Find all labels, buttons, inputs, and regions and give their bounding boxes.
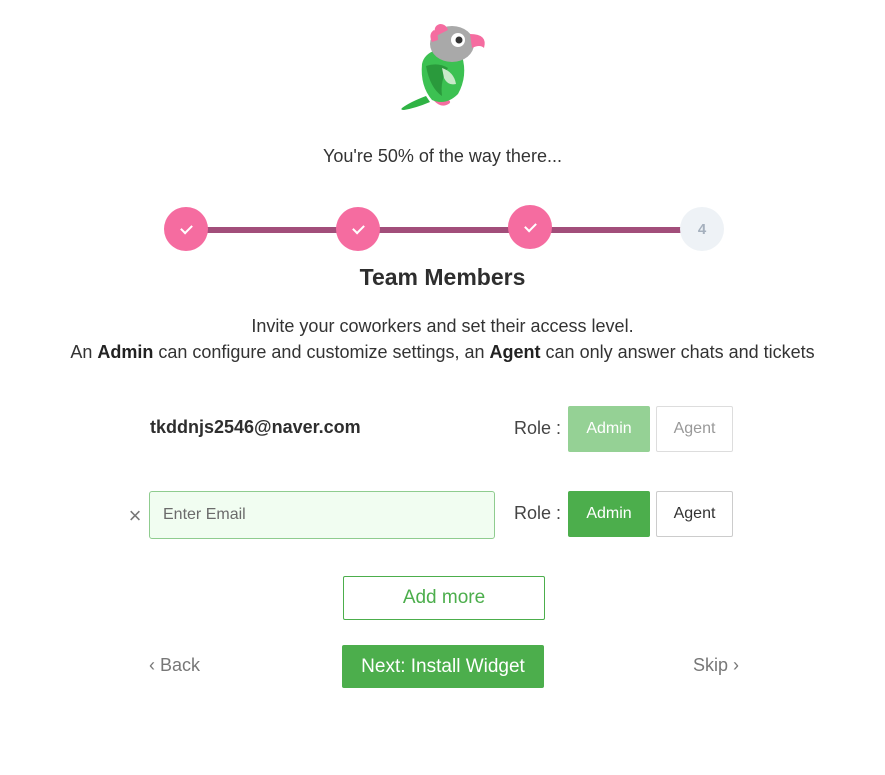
onboarding-page: You're 50% of the way there... 4 Team Me…: [0, 0, 885, 775]
agent-role-button-disabled: Agent: [656, 406, 733, 452]
description-line-2: An Admin can configure and customize set…: [0, 339, 885, 365]
check-icon: [179, 221, 193, 234]
next-install-widget-button[interactable]: Next: Install Widget: [342, 645, 544, 688]
role-label: Role :: [514, 503, 562, 523]
check-icon: [523, 219, 537, 232]
email-input[interactable]: [149, 491, 495, 539]
progress-text: You're 50% of the way there...: [323, 146, 562, 166]
agent-role-button[interactable]: Agent: [656, 491, 733, 537]
role-label: Role :: [514, 418, 562, 438]
agent-word: Agent: [489, 342, 541, 362]
description-line-1: Invite your coworkers and set their acce…: [251, 316, 634, 336]
description-text: can only answer chats and tickets: [540, 342, 815, 362]
step-3-done: [508, 205, 552, 249]
page-title: Team Members: [359, 264, 526, 290]
step-4-pending: 4: [680, 207, 724, 251]
skip-link[interactable]: Skip ›: [693, 655, 739, 676]
admin-role-button-disabled: Admin: [568, 406, 650, 452]
step-4-number: 4: [697, 220, 707, 238]
back-link[interactable]: ‹ Back: [149, 655, 200, 676]
check-icon: [351, 221, 365, 234]
parrot-logo-icon: [401, 24, 485, 110]
description-text: An: [70, 342, 98, 362]
admin-word: Admin: [97, 342, 154, 362]
remove-row-icon[interactable]: ×: [126, 505, 144, 527]
step-1-done: [164, 207, 208, 251]
step-2-done: [336, 207, 380, 251]
admin-role-button[interactable]: Admin: [568, 491, 650, 537]
description: Invite your coworkers and set their acce…: [0, 313, 885, 365]
add-more-button[interactable]: Add more: [343, 576, 545, 620]
stepper-line: [186, 227, 702, 233]
description-text: can configure and customize settings, an: [153, 342, 490, 362]
member-email: tkddnjs2546@naver.com: [150, 417, 361, 437]
